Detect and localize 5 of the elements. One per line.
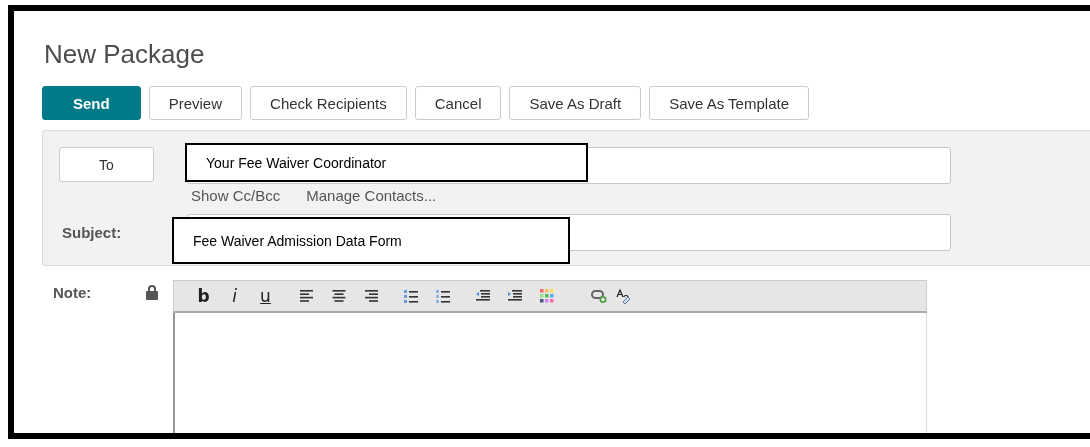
- annotation-tooltip: Your Fee Waiver Coordinator: [185, 143, 588, 182]
- annotation-tooltip: Fee Waiver Admission Data Form: [172, 217, 570, 264]
- note-label: Note:: [52, 283, 92, 301]
- page-title: New Package: [44, 39, 206, 70]
- subject-label: Subject:: [61, 224, 123, 241]
